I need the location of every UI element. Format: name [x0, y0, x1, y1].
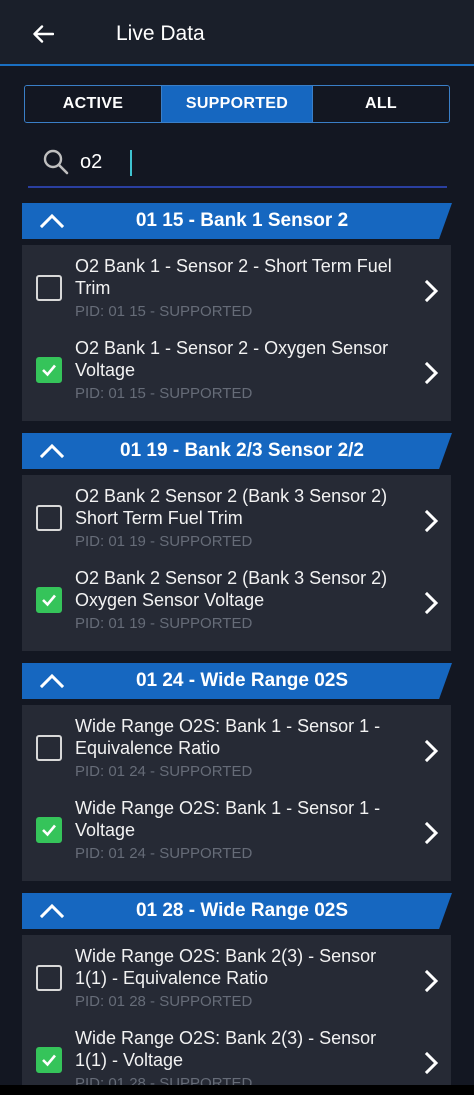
collapse-toggle[interactable]	[38, 671, 66, 696]
tab-active[interactable]: ACTIVE	[25, 86, 162, 122]
filter-tabs: ACTIVE SUPPORTED ALL	[24, 85, 450, 123]
open-detail-button[interactable]	[424, 739, 440, 768]
open-detail-button[interactable]	[424, 279, 440, 308]
open-detail-button[interactable]	[424, 509, 440, 538]
list-item[interactable]: O2 Bank 1 - Sensor 2 - Oxygen Sensor Vol…	[22, 333, 451, 415]
select-checkbox[interactable]	[36, 735, 62, 761]
open-detail-button[interactable]	[424, 361, 440, 390]
system-nav-bar	[0, 1085, 474, 1095]
group-title: 01 19 - Bank 2/3 Sensor 2/2	[120, 440, 364, 461]
group-header[interactable]: 01 19 - Bank 2/3 Sensor 2/2	[22, 433, 452, 469]
pid-label: PID: 01 28 - SUPPORTED	[75, 1075, 253, 1085]
list-item[interactable]: Wide Range O2S: Bank 1 - Sensor 1 - Volt…	[22, 793, 451, 875]
open-detail-button[interactable]	[424, 969, 440, 998]
select-checkbox[interactable]	[36, 1047, 62, 1073]
parameter-name: O2 Bank 2 Sensor 2 (Bank 3 Sensor 2) Sho…	[75, 486, 388, 528]
parameter-name: Wide Range O2S: Bank 2(3) - Sensor 1(1) …	[75, 946, 377, 988]
select-checkbox[interactable]	[36, 357, 62, 383]
group-card: O2 Bank 1 - Sensor 2 - Short Term Fuel T…	[22, 245, 451, 421]
chevron-right-icon	[424, 279, 439, 303]
parameter-name: Wide Range O2S: Bank 2(3) - Sensor 1(1) …	[75, 1028, 377, 1070]
select-checkbox[interactable]	[36, 505, 62, 531]
open-detail-button[interactable]	[424, 1051, 440, 1080]
group-header[interactable]: 01 28 - Wide Range 02S	[22, 893, 452, 929]
chevron-right-icon	[424, 821, 439, 845]
search-input[interactable]: o2	[80, 151, 102, 174]
open-detail-button[interactable]	[424, 591, 440, 620]
checkmark-icon	[42, 1054, 56, 1067]
chevron-right-icon	[424, 361, 439, 385]
tab-supported[interactable]: SUPPORTED	[162, 86, 312, 122]
list-item[interactable]: O2 Bank 1 - Sensor 2 - Short Term Fuel T…	[22, 251, 451, 333]
group-header[interactable]: 01 24 - Wide Range 02S	[22, 663, 452, 699]
pid-label: PID: 01 19 - SUPPORTED	[75, 533, 253, 550]
group-header[interactable]: 01 15 - Bank 1 Sensor 2	[22, 203, 452, 239]
select-checkbox[interactable]	[36, 275, 62, 301]
tab-all[interactable]: ALL	[312, 86, 449, 122]
arrow-left-icon	[33, 25, 54, 43]
list-item[interactable]: O2 Bank 2 Sensor 2 (Bank 3 Sensor 2) Oxy…	[22, 563, 451, 645]
select-checkbox[interactable]	[36, 817, 62, 843]
chevron-right-icon	[424, 969, 439, 993]
chevron-right-icon	[424, 509, 439, 533]
group-card: O2 Bank 2 Sensor 2 (Bank 3 Sensor 2) Sho…	[22, 475, 451, 651]
collapse-toggle[interactable]	[38, 901, 66, 926]
search-icon	[43, 149, 69, 175]
chevron-right-icon	[424, 739, 439, 763]
list-item[interactable]: Wide Range O2S: Bank 2(3) - Sensor 1(1) …	[22, 1023, 451, 1085]
parameter-name: Wide Range O2S: Bank 1 - Sensor 1 - Volt…	[75, 798, 381, 840]
chevron-right-icon	[424, 591, 439, 615]
pid-label: PID: 01 15 - SUPPORTED	[75, 385, 253, 402]
collapse-toggle[interactable]	[38, 211, 66, 236]
pid-label: PID: 01 24 - SUPPORTED	[75, 763, 253, 780]
checkmark-icon	[42, 364, 56, 377]
parameter-name: Wide Range O2S: Bank 1 - Sensor 1 - Equi…	[75, 716, 381, 758]
chevron-up-icon	[39, 673, 65, 689]
chevron-up-icon	[39, 443, 65, 459]
group-card: Wide Range O2S: Bank 2(3) - Sensor 1(1) …	[22, 935, 451, 1085]
group-card: Wide Range O2S: Bank 1 - Sensor 1 - Equi…	[22, 705, 451, 881]
parameter-name: O2 Bank 1 - Sensor 2 - Oxygen Sensor Vol…	[75, 338, 389, 380]
chevron-up-icon	[39, 213, 65, 229]
chevron-right-icon	[424, 1051, 439, 1075]
group-title: 01 15 - Bank 1 Sensor 2	[135, 210, 349, 231]
search-field[interactable]: o2	[28, 140, 447, 188]
list-item[interactable]: Wide Range O2S: Bank 1 - Sensor 1 - Equi…	[22, 711, 451, 793]
back-button[interactable]	[26, 20, 60, 48]
pid-label: PID: 01 19 - SUPPORTED	[75, 615, 253, 632]
pid-label: PID: 01 28 - SUPPORTED	[75, 993, 253, 1010]
collapse-toggle[interactable]	[38, 441, 66, 466]
parameter-name: O2 Bank 2 Sensor 2 (Bank 3 Sensor 2) Oxy…	[75, 568, 388, 610]
text-cursor	[130, 150, 132, 176]
list-item[interactable]: Wide Range O2S: Bank 2(3) - Sensor 1(1) …	[22, 941, 451, 1023]
parameter-name: O2 Bank 1 - Sensor 2 - Short Term Fuel T…	[75, 256, 392, 298]
top-app-bar: Live Data	[0, 0, 474, 66]
pid-label: PID: 01 24 - SUPPORTED	[75, 845, 253, 862]
checkmark-icon	[42, 594, 56, 607]
page-title: Live Data	[116, 22, 205, 45]
select-checkbox[interactable]	[36, 965, 62, 991]
select-checkbox[interactable]	[36, 587, 62, 613]
list-item[interactable]: O2 Bank 2 Sensor 2 (Bank 3 Sensor 2) Sho…	[22, 481, 451, 563]
checkmark-icon	[42, 824, 56, 837]
pid-label: PID: 01 15 - SUPPORTED	[75, 303, 253, 320]
open-detail-button[interactable]	[424, 821, 440, 850]
group-title: 01 28 - Wide Range 02S	[135, 900, 349, 921]
chevron-up-icon	[39, 903, 65, 919]
pid-list: 01 15 - Bank 1 Sensor 2 O2 Bank 1 - Senso…	[0, 200, 474, 1085]
group-title: 01 24 - Wide Range 02S	[135, 670, 349, 691]
